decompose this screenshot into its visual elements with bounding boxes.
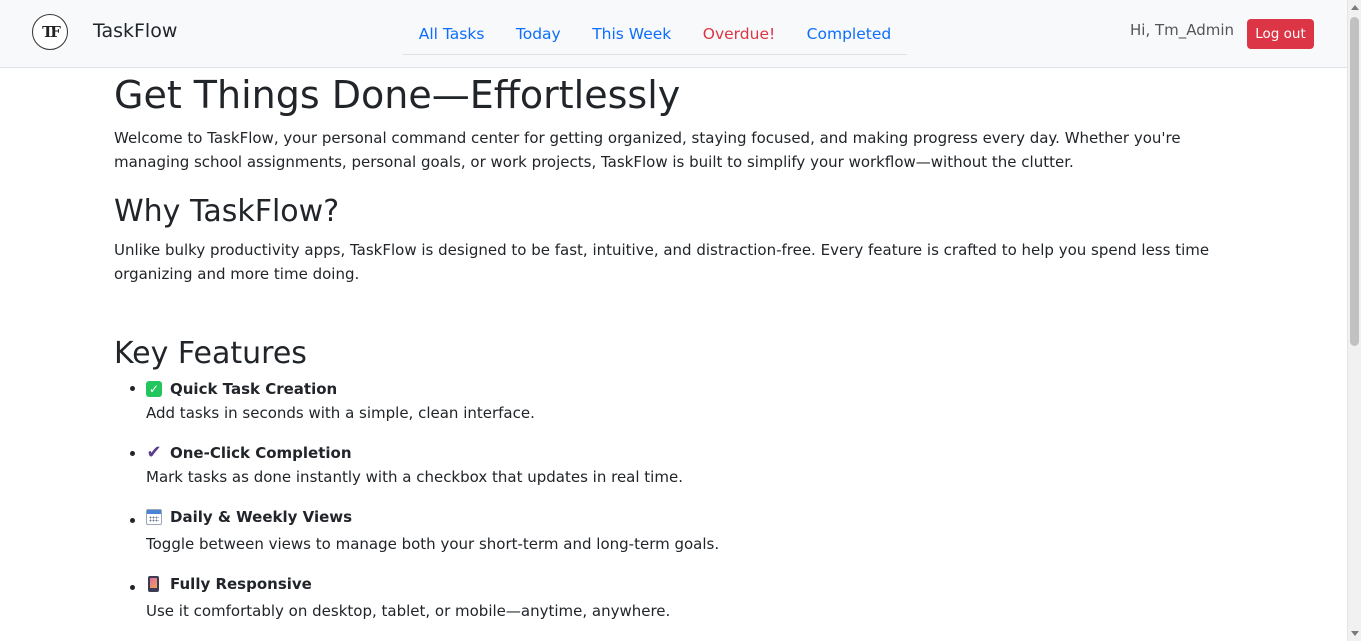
tab-today[interactable]: Today xyxy=(510,25,567,43)
user-greeting: Hi, Tm_Admin xyxy=(1130,21,1235,39)
feature-description: Toggle between views to manage both your… xyxy=(146,535,720,553)
vertical-scrollbar[interactable] xyxy=(1347,0,1361,641)
features-list: ✓ Quick Task Creation Add tasks in secon… xyxy=(114,376,1224,623)
feature-title: One-Click Completion xyxy=(170,444,352,462)
nav-tabs: All Tasks Today This Week Overdue! Compl… xyxy=(403,14,907,55)
logout-button[interactable]: Log out xyxy=(1247,19,1314,49)
page: TF TaskFlow All Tasks Today This Week Ov… xyxy=(0,0,1361,641)
feature-description: Add tasks in seconds with a simple, clea… xyxy=(146,404,535,422)
page-title: Get Things Done—Effortlessly xyxy=(114,73,681,117)
tab-this-week[interactable]: This Week xyxy=(586,25,677,43)
logo-text: TF xyxy=(42,23,61,41)
taskflow-logo[interactable]: TF xyxy=(32,14,68,50)
feature-description: Mark tasks as done instantly with a chec… xyxy=(146,468,683,486)
navbar: TF TaskFlow All Tasks Today This Week Ov… xyxy=(0,0,1347,68)
why-paragraph: Unlike bulky productivity apps, TaskFlow… xyxy=(114,241,1210,283)
calendar-icon xyxy=(146,509,162,525)
brand-name[interactable]: TaskFlow xyxy=(93,20,177,42)
scroll-up-arrow-icon[interactable] xyxy=(1351,5,1359,10)
feature-title: Fully Responsive xyxy=(170,575,312,593)
feature-description: Use it comfortably on desktop, tablet, o… xyxy=(146,602,671,620)
scroll-down-arrow-icon[interactable] xyxy=(1351,631,1359,636)
feature-title: Quick Task Creation xyxy=(170,380,338,398)
scrollbar-thumb[interactable] xyxy=(1350,17,1359,346)
feature-item: ✓ Quick Task Creation Add tasks in secon… xyxy=(146,376,1224,425)
tab-all-tasks[interactable]: All Tasks xyxy=(413,25,491,43)
why-heading: Why TaskFlow? xyxy=(114,194,340,229)
intro-paragraph: Welcome to TaskFlow, your personal comma… xyxy=(114,129,1181,171)
feature-item: Daily & Weekly Views Toggle between view… xyxy=(146,505,1224,556)
check-mark-button-icon: ✓ xyxy=(146,381,162,397)
feature-item: Fully Responsive Use it comfortably on d… xyxy=(146,572,1224,623)
feature-title: Daily & Weekly Views xyxy=(170,508,353,526)
main-content: Get Things Done—Effortlessly Welcome to … xyxy=(114,68,1224,639)
tab-completed[interactable]: Completed xyxy=(801,25,898,43)
feature-item: ✔ One-Click Completion Mark tasks as don… xyxy=(146,441,1224,489)
features-heading: Key Features xyxy=(114,336,307,371)
mobile-phone-icon xyxy=(148,576,159,592)
check-mark-icon: ✔ xyxy=(146,442,162,463)
tab-overdue[interactable]: Overdue! xyxy=(697,25,781,43)
